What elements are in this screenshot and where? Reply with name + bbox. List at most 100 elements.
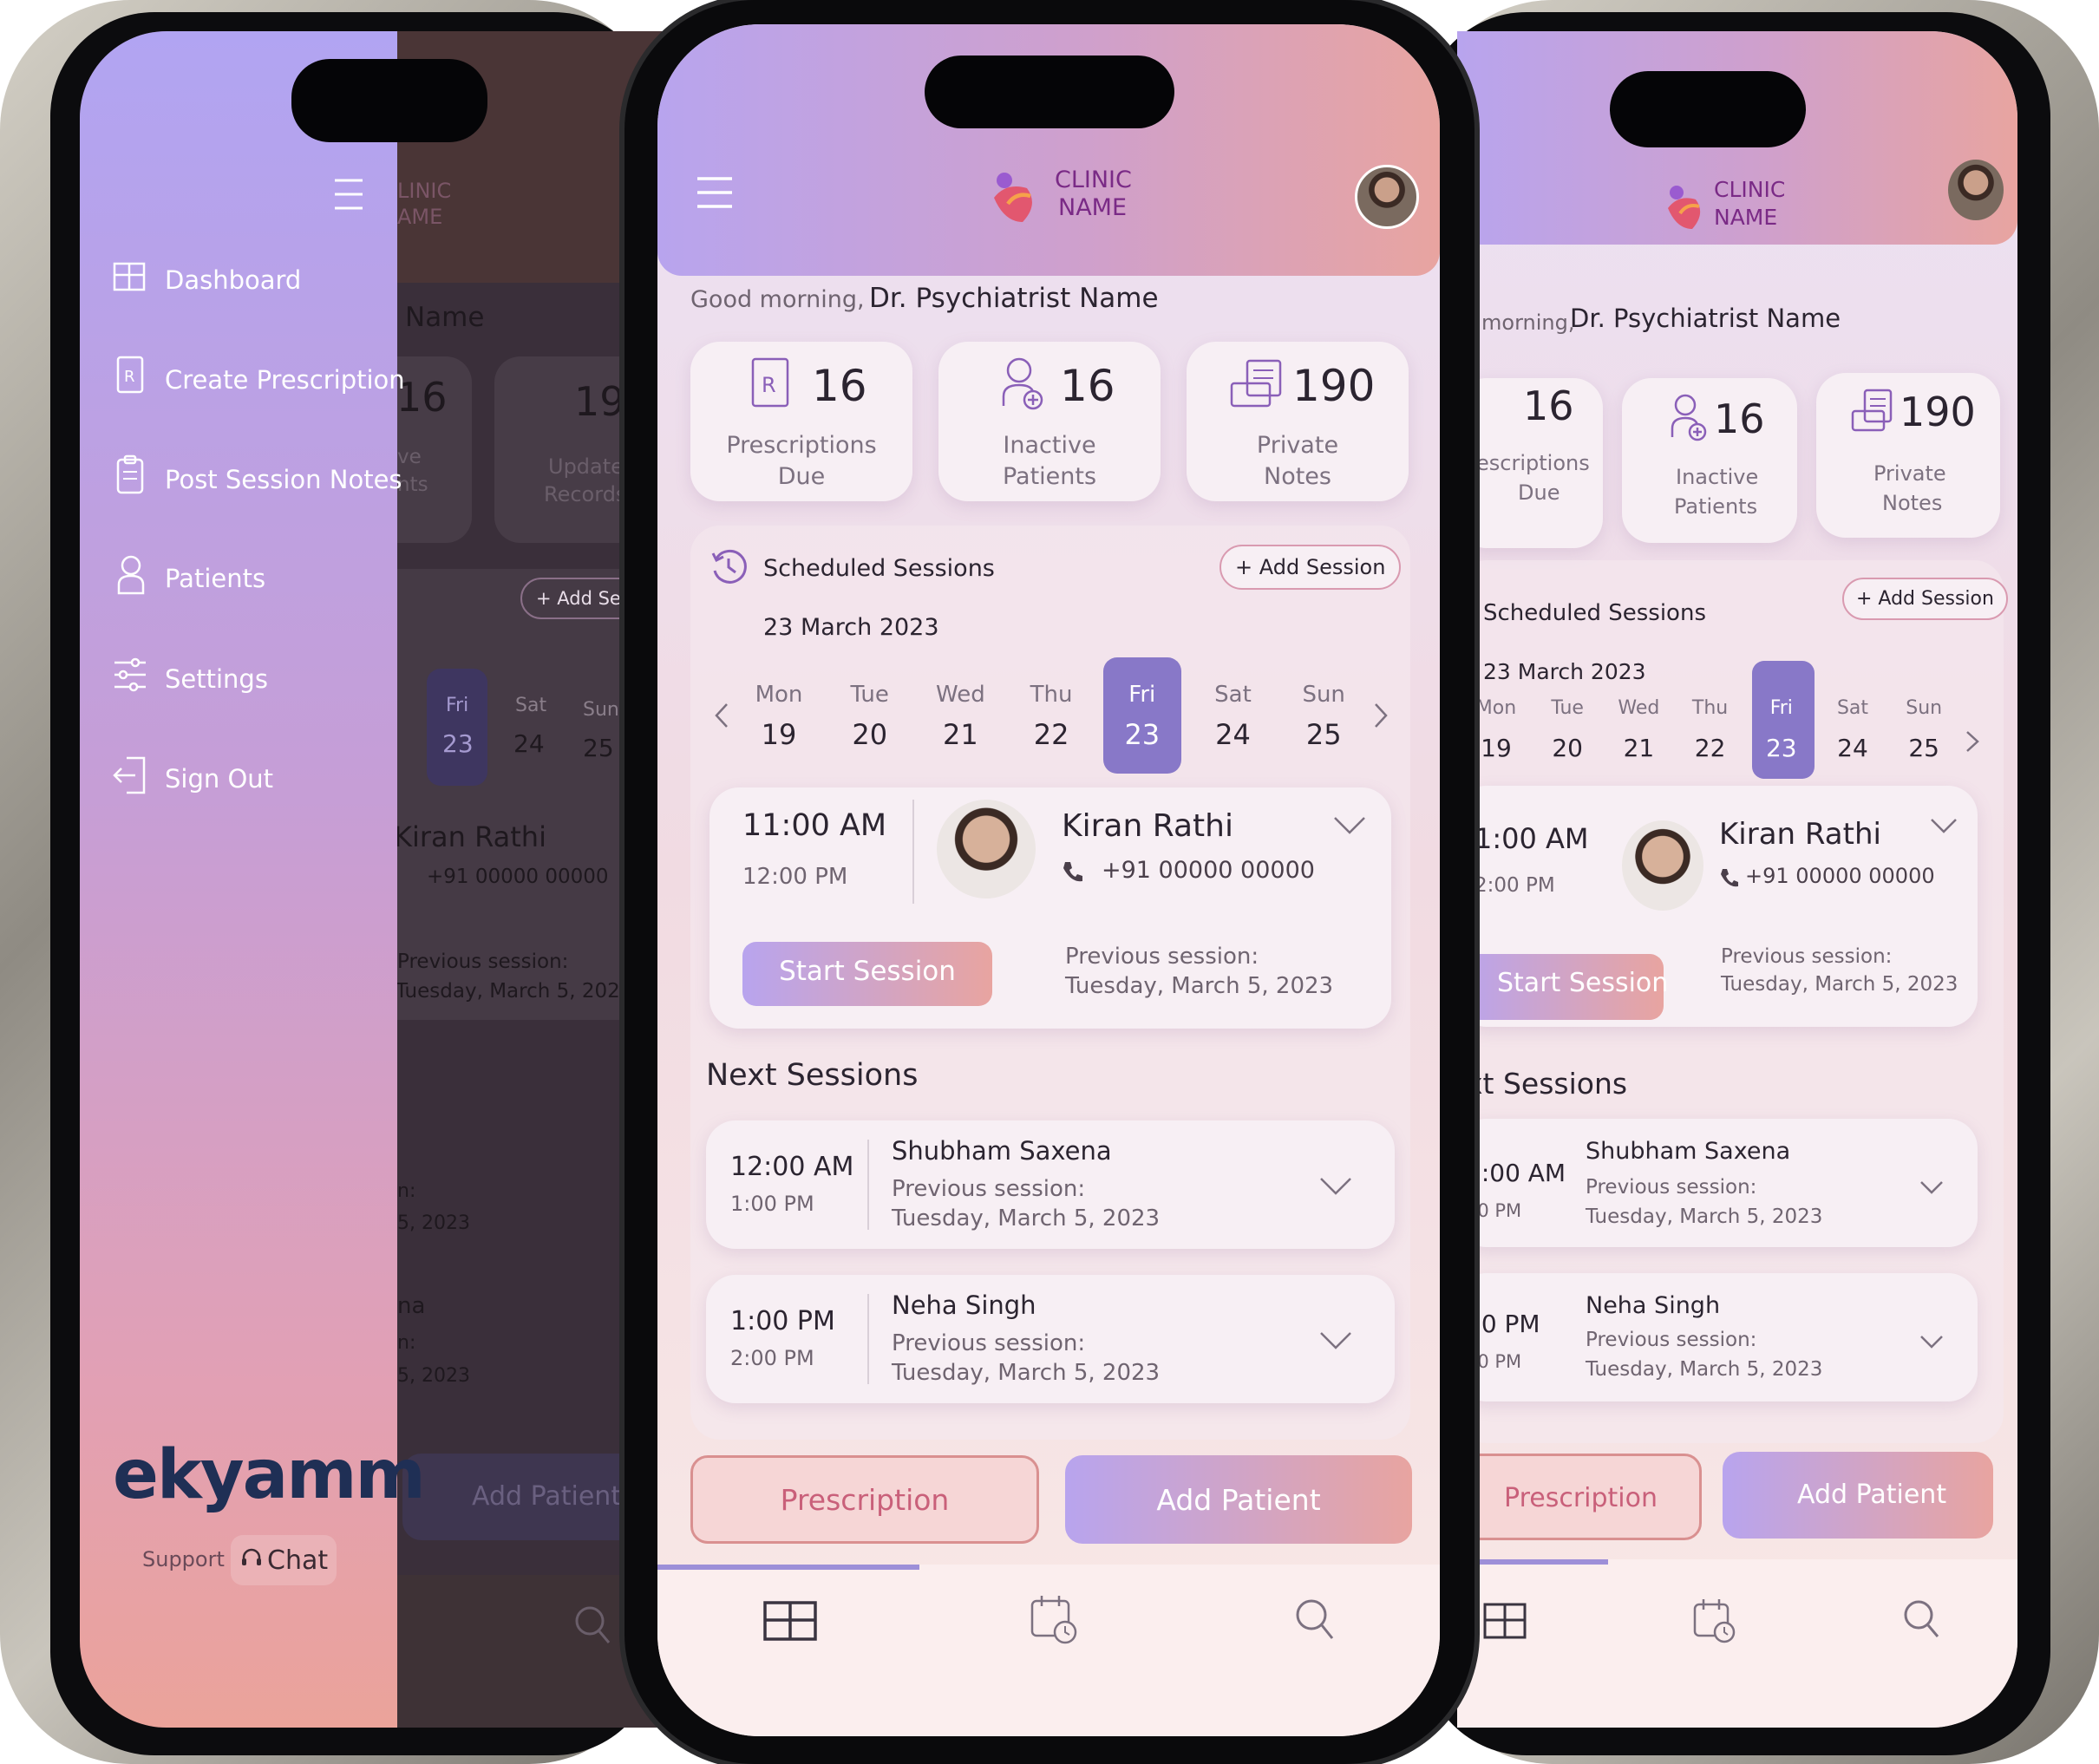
search-icon[interactable]: [1294, 1597, 1336, 1643]
week-date-23[interactable]: 23: [1108, 718, 1177, 751]
week-date-21[interactable]: 21: [1604, 734, 1673, 762]
week-date-25[interactable]: 25: [1289, 718, 1358, 751]
calendar-clock-icon[interactable]: [1693, 1597, 1736, 1644]
week-day-sat[interactable]: Sat: [1199, 682, 1268, 708]
calendar-clock-icon[interactable]: [1030, 1594, 1079, 1646]
search-icon[interactable]: [1903, 1599, 1941, 1641]
dimmed-stat-label: Update: [548, 454, 624, 479]
divider: [867, 1294, 869, 1384]
next-prev-date: Tuesday, March 5, 2023: [1586, 1358, 1823, 1381]
avatar[interactable]: [1355, 165, 1419, 229]
dimmed-greeting: Name: [405, 302, 485, 333]
chevron-down-icon[interactable]: [1332, 815, 1367, 836]
week-date-22[interactable]: 22: [1017, 718, 1086, 751]
hamburger-icon[interactable]: [333, 177, 364, 213]
grid-icon: [113, 262, 146, 291]
next-sessions-title: xt Sessions: [1466, 1067, 1628, 1101]
dimmed-prev-label: n:: [397, 1332, 416, 1354]
session-end-time: 12:00 PM: [742, 864, 848, 890]
week-day-tue[interactable]: Tue: [1533, 697, 1602, 719]
next-prev-label: Previous session:: [1586, 1176, 1757, 1199]
week-day-thu[interactable]: Thu: [1017, 682, 1086, 708]
stat-label: Due: [1518, 480, 1560, 505]
grid-icon[interactable]: [1483, 1603, 1527, 1639]
week-day-fri[interactable]: Fri: [1747, 697, 1816, 719]
chevron-down-icon[interactable]: [1318, 1330, 1353, 1351]
dimmed-day: Sun: [583, 699, 619, 721]
svg-text:R: R: [762, 373, 776, 397]
stat-label: escriptions: [1476, 451, 1590, 475]
prescription-icon: R: [116, 356, 144, 394]
greeting-text: morning,: [1481, 310, 1575, 335]
grid-icon[interactable]: [763, 1601, 817, 1641]
week-date-23[interactable]: 23: [1747, 734, 1816, 762]
week-day-wed[interactable]: Wed: [1604, 697, 1673, 719]
add-session-button[interactable]: + Add Session: [1842, 578, 2008, 620]
dimmed-prev-date: Tuesday, March 5, 2023: [396, 980, 633, 1003]
week-day-thu[interactable]: Thu: [1676, 697, 1745, 719]
start-session-label: Start Session: [779, 956, 956, 987]
week-day-fri[interactable]: Fri: [1108, 682, 1177, 708]
avatar[interactable]: [1948, 160, 2004, 220]
prev-session-label: Previous session:: [1721, 945, 1893, 968]
menu-item-create-prescription[interactable]: Create Prescription: [165, 365, 405, 395]
week-date-24[interactable]: 24: [1818, 734, 1887, 762]
patient-name: Kiran Rathi: [1719, 817, 1881, 852]
dimmed-prev-label: Previous session:: [397, 951, 569, 973]
week-day-wed[interactable]: Wed: [925, 682, 995, 708]
dimmed-day-num: 25: [583, 734, 614, 762]
week-day-sat[interactable]: Sat: [1818, 697, 1887, 719]
menu-item-sign-out[interactable]: Sign Out: [165, 764, 273, 794]
doctor-name: Dr. Psychiatrist Name: [869, 283, 1159, 314]
menu-item-post-session-notes[interactable]: Post Session Notes: [165, 465, 402, 494]
week-day-tue[interactable]: Tue: [835, 682, 905, 708]
menu-item-dashboard[interactable]: Dashboard: [165, 265, 301, 295]
week-day-mon[interactable]: Mon: [744, 682, 814, 708]
week-date-20[interactable]: 20: [1533, 734, 1602, 762]
add-session-button[interactable]: + Add Session: [1220, 545, 1402, 590]
week-day-sun[interactable]: Sun: [1289, 682, 1358, 708]
center-dynamic-island: [925, 56, 1174, 128]
next-start-time: 2:00 AM: [1466, 1159, 1566, 1187]
chevron-down-icon[interactable]: [1318, 1176, 1353, 1197]
add-patient-label: Add Patient: [1797, 1480, 1947, 1510]
week-date-24[interactable]: 24: [1199, 718, 1268, 751]
stat-value: 16: [1523, 382, 1574, 429]
chevron-left-icon[interactable]: [713, 701, 730, 730]
stat-label: Inactive: [1676, 465, 1759, 489]
bottom-nav: [657, 1565, 1440, 1736]
chevron-right-icon[interactable]: [1964, 728, 1981, 755]
stat-label: Prescriptions: [726, 432, 877, 459]
day-fri-active[interactable]: [1103, 657, 1181, 774]
week-date-20[interactable]: 20: [835, 718, 905, 751]
support-label: Support: [142, 1547, 225, 1571]
chevron-down-icon[interactable]: [1929, 817, 1958, 834]
hamburger-icon[interactable]: [696, 175, 734, 212]
week-date-22[interactable]: 22: [1676, 734, 1745, 762]
scheduled-title: Scheduled Sessions: [763, 555, 995, 582]
menu-item-settings[interactable]: Settings: [165, 664, 268, 694]
clinic-name-line1: CLINIC: [1055, 167, 1132, 193]
week-date-21[interactable]: 21: [925, 718, 995, 751]
scheduled-title: Scheduled Sessions: [1483, 600, 1706, 626]
greeting-text: Good morning,: [690, 286, 865, 313]
patient-name: Kiran Rathi: [1062, 808, 1233, 844]
add-patient-label: Add Patient: [1156, 1483, 1321, 1517]
dimmed-patient-name: Kiran Rathi: [394, 820, 546, 853]
week-day-sun[interactable]: Sun: [1889, 697, 1958, 719]
week-date-25[interactable]: 25: [1889, 734, 1958, 762]
divider: [912, 800, 914, 904]
dimmed-add-patient-label: Add Patient: [472, 1481, 622, 1512]
next-prev-label: Previous session:: [892, 1330, 1086, 1356]
next-prev-date: Tuesday, March 5, 2023: [892, 1205, 1161, 1232]
chevron-right-icon[interactable]: [1372, 701, 1390, 730]
clipboard-icon: [116, 454, 144, 494]
ekyamm-logo: ekyamm: [113, 1436, 426, 1514]
menu-item-patients[interactable]: Patients: [165, 564, 265, 593]
dimmed-clinic-name-2: AME: [397, 205, 443, 229]
dimmed-prev-date: 5, 2023: [397, 1212, 470, 1234]
week-date-19[interactable]: 19: [744, 718, 814, 751]
chevron-down-icon[interactable]: [1919, 1179, 1945, 1195]
chevron-down-icon[interactable]: [1919, 1334, 1945, 1349]
nav-active-indicator: [657, 1565, 919, 1570]
